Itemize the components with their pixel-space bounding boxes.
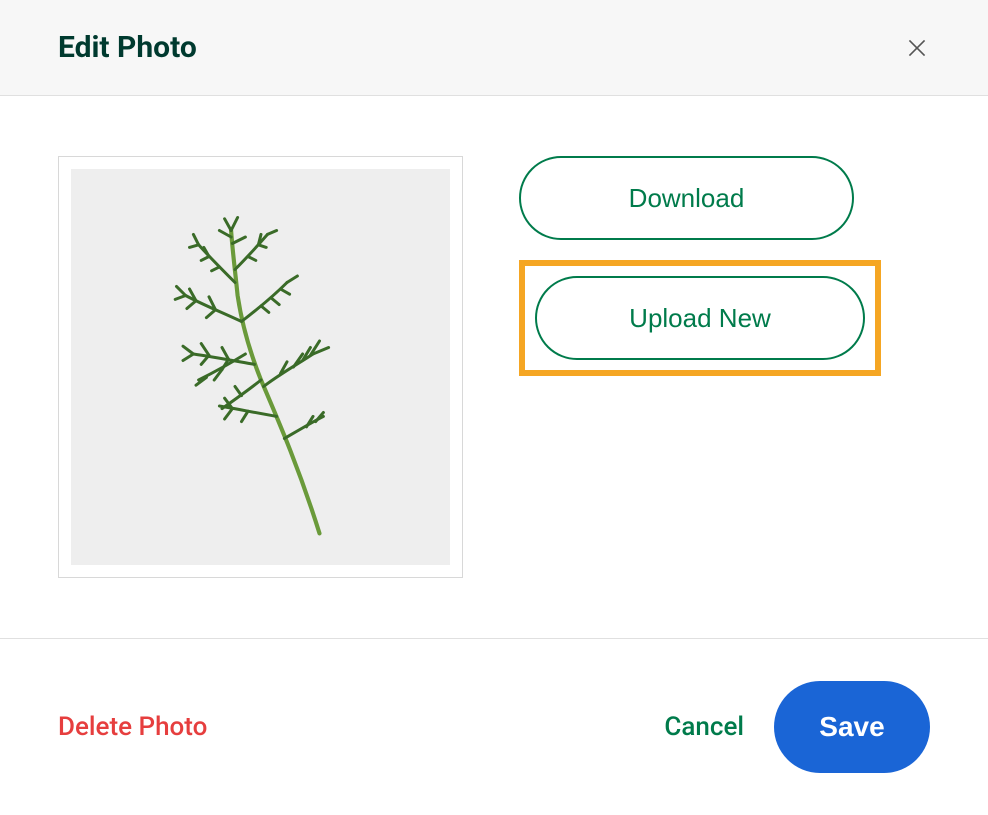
modal-title: Edit Photo: [58, 30, 197, 65]
upload-highlight-frame: Upload New: [519, 260, 881, 376]
photo-preview-frame: [58, 156, 463, 578]
modal-header: Edit Photo: [0, 0, 988, 96]
modal-body: Download Upload New: [0, 96, 988, 638]
upload-new-button[interactable]: Upload New: [535, 276, 865, 360]
download-button[interactable]: Download: [519, 156, 854, 240]
photo-preview: [71, 169, 450, 565]
footer-actions: Cancel Save: [664, 681, 930, 773]
plant-sprig-image: [131, 197, 391, 537]
save-button[interactable]: Save: [774, 681, 930, 773]
cancel-button[interactable]: Cancel: [664, 712, 744, 742]
delete-photo-link[interactable]: Delete Photo: [58, 712, 207, 742]
close-icon[interactable]: [904, 35, 930, 61]
modal-footer: Delete Photo Cancel Save: [0, 638, 988, 815]
photo-actions: Download Upload New: [519, 156, 881, 376]
